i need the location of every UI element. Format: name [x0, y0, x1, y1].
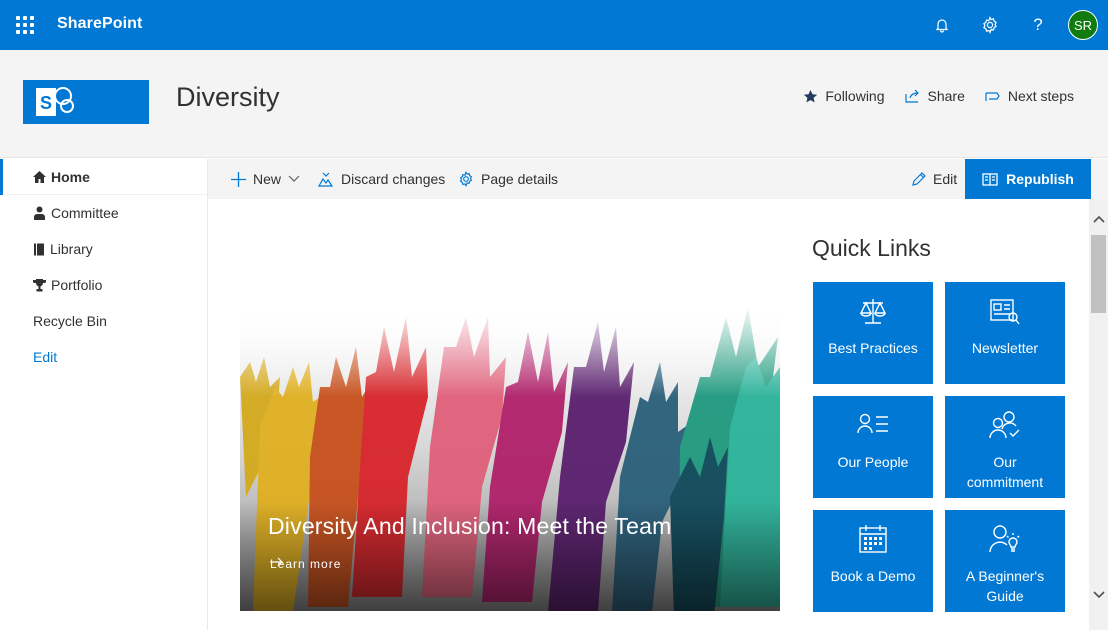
republish-button[interactable]: Republish — [965, 159, 1091, 199]
people-list-icon — [857, 413, 888, 434]
nav-item-label: Library — [50, 241, 93, 257]
nav-item-home[interactable]: Home — [0, 159, 207, 195]
quick-link-label-line-1: Our — [993, 454, 1017, 470]
book-open-icon — [982, 172, 998, 186]
discard-changes-button[interactable]: Discard changes — [318, 159, 445, 199]
vertical-scrollbar[interactable] — [1089, 199, 1108, 630]
hero-title: Diversity And Inclusion: Meet the Team — [268, 513, 672, 539]
quick-link-newsletter[interactable]: Newsletter — [945, 282, 1065, 384]
notifications-button[interactable] — [918, 0, 966, 50]
nav-item-label: Portfolio — [51, 277, 103, 293]
nav-item-committee[interactable]: Committee — [0, 195, 207, 231]
chevron-down-icon — [1092, 591, 1105, 599]
scrollbar-thumb[interactable] — [1091, 235, 1106, 313]
quick-link-best-practices[interactable]: Best Practices — [813, 282, 933, 384]
suite-bar: SharePoint ? SR — [0, 0, 1108, 50]
nav-item-recycle-bin[interactable]: Recycle Bin — [0, 303, 207, 339]
learn-more-link[interactable]: Learn more — [270, 557, 341, 571]
following-label: Following — [825, 88, 885, 104]
quick-link-book-a-demo[interactable]: Book a Demo — [813, 510, 933, 612]
nav-item-label: Home — [51, 168, 90, 185]
nav-item-label: Recycle Bin — [33, 313, 107, 329]
quick-link-label-line-2: commitment — [966, 474, 1044, 490]
calendar-icon — [859, 525, 887, 553]
svg-text:S: S — [40, 93, 52, 113]
scroll-up-button[interactable] — [1089, 209, 1108, 229]
nav-item-library[interactable]: Library — [0, 231, 207, 267]
chevron-up-icon — [1092, 215, 1105, 223]
quick-links-title: Quick Links — [812, 235, 931, 261]
sharepoint-brand-link[interactable]: SharePoint — [57, 15, 142, 33]
book-icon — [34, 243, 44, 255]
page-details-label: Page details — [481, 171, 559, 187]
quick-link-beginners-guide[interactable]: A Beginner's Guide — [945, 510, 1065, 612]
star-icon — [804, 89, 818, 102]
quick-link-label: Our commitment — [961, 452, 1049, 492]
quick-link-label: Newsletter — [971, 340, 1039, 356]
next-steps-label: Next steps — [1007, 88, 1074, 104]
left-navigation: Home Committee Library Portfolio Recycle… — [0, 159, 208, 630]
quick-link-label: Our People — [837, 454, 909, 470]
people-check-icon — [989, 411, 1020, 439]
sharepoint-logo-icon: S — [36, 87, 74, 116]
scales-icon — [859, 299, 887, 324]
share-label: Share — [927, 88, 965, 104]
bell-icon — [935, 19, 949, 33]
question-mark-icon: ? — [1033, 15, 1043, 34]
arrow-right-icon — [270, 557, 283, 567]
new-button[interactable]: New — [231, 159, 300, 199]
page-details-button[interactable]: Page details — [458, 159, 558, 199]
person-idea-icon — [989, 525, 1020, 553]
command-bar: New Discard changes Page details Edit Re… — [208, 159, 1108, 199]
quick-link-label: A Beginner's Guide — [960, 566, 1050, 606]
nav-item-label: Edit — [33, 349, 58, 365]
quick-link-label: Best Practices — [828, 340, 918, 356]
quick-link-our-commitment[interactable]: Our commitment — [945, 396, 1065, 498]
quick-link-our-people[interactable]: Our People — [813, 396, 933, 498]
person-icon — [34, 206, 45, 220]
site-header-actions: Following Share Next steps — [803, 88, 1074, 104]
help-button[interactable]: ? — [1014, 0, 1062, 50]
edit-label: Edit — [933, 171, 958, 187]
site-header: S Diversity Following Share Next steps — [0, 50, 1108, 158]
app-launcher-icon[interactable] — [14, 14, 36, 36]
home-icon — [33, 170, 46, 183]
quick-link-label: Book a Demo — [830, 568, 916, 584]
scroll-down-button[interactable] — [1089, 585, 1108, 605]
next-steps-button[interactable]: Next steps — [985, 88, 1074, 104]
hero-top-fade — [240, 307, 780, 397]
share-icon — [904, 89, 919, 103]
republish-label: Republish — [1006, 171, 1074, 187]
new-label: New — [253, 171, 282, 187]
following-button[interactable]: Following — [803, 88, 885, 104]
trophy-icon — [33, 278, 46, 291]
gear-icon — [983, 16, 997, 34]
suite-icons: ? SR — [918, 0, 1108, 50]
user-avatar[interactable]: SR — [1068, 10, 1098, 40]
site-title[interactable]: Diversity — [176, 82, 280, 113]
quick-link-label-line-1: A Beginner's — [965, 568, 1045, 584]
gear-icon — [459, 171, 473, 187]
settings-button[interactable] — [966, 0, 1014, 50]
edit-button[interactable]: Edit — [911, 159, 957, 199]
nav-item-label: Committee — [51, 205, 119, 221]
site-logo[interactable]: S — [23, 80, 149, 124]
newspaper-icon — [990, 299, 1020, 325]
discard-changes-label: Discard changes — [341, 171, 446, 187]
nav-item-portfolio[interactable]: Portfolio — [0, 267, 207, 303]
flag-icon — [985, 92, 1000, 101]
nav-edit-link[interactable]: Edit — [0, 339, 207, 375]
hero-banner[interactable]: Diversity And Inclusion: Meet the Team L… — [240, 307, 780, 611]
quick-link-label-line-2: Guide — [986, 588, 1024, 604]
chevron-down-icon — [288, 175, 300, 182]
plus-icon — [231, 171, 246, 187]
discard-icon — [318, 172, 334, 187]
page-content: Diversity And Inclusion: Meet the Team L… — [208, 199, 1089, 630]
share-button[interactable]: Share — [904, 88, 965, 104]
pencil-icon — [912, 171, 926, 186]
